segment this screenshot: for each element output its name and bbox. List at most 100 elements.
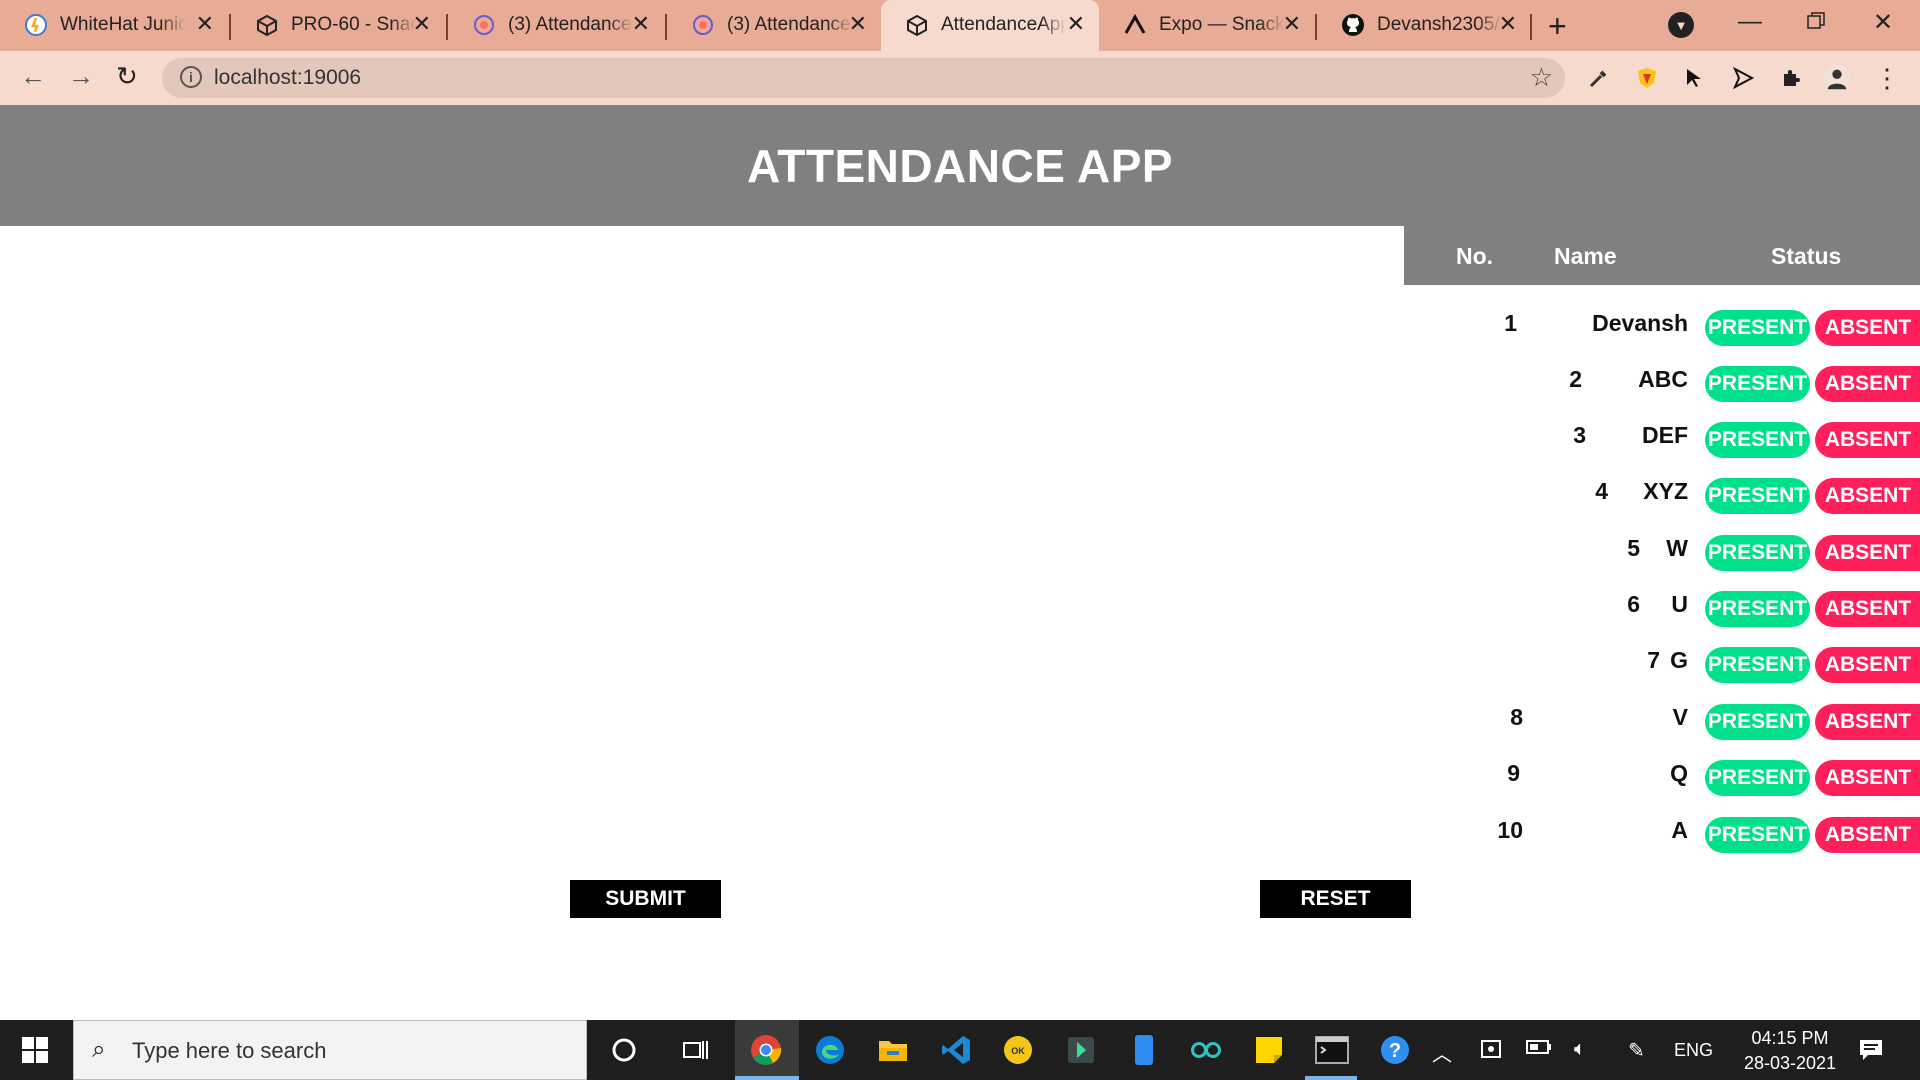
absent-button[interactable]: ABSENT [1815,647,1920,683]
search-icon: ⌕ [92,1036,106,1063]
row-number: 1 [1504,310,1517,336]
taskbar-clock[interactable]: 04:15 PM 28-03-2021 [1740,1026,1840,1076]
cursor-extension-icon[interactable] [1681,64,1709,92]
tab-search-dropdown-icon[interactable]: ▼ [1668,12,1694,38]
vscode-icon[interactable] [938,1032,974,1068]
submit-button[interactable]: SUBMIT [570,880,721,918]
app-launcher-icon[interactable] [1063,1032,1099,1068]
url-text[interactable]: localhost:19006 [214,66,361,90]
edge-icon[interactable] [812,1032,848,1068]
extensions-puzzle-icon[interactable] [1777,64,1805,92]
battery-icon[interactable] [1526,1038,1552,1061]
close-tab-icon[interactable]: ✕ [196,11,214,37]
expo-icon [1123,13,1147,37]
more-menu-icon[interactable]: ⋮ [1873,63,1901,93]
windows-start-icon[interactable] [22,1037,48,1063]
close-tab-icon[interactable]: ✕ [849,11,867,37]
tab-attendanceapp-active[interactable]: AttendanceApp ✕ [881,0,1099,51]
tab-attendance-1[interactable]: (3) Attendance ✕ [448,0,664,51]
chrome-icon[interactable] [748,1032,784,1068]
new-tab-icon[interactable]: + [1548,8,1567,45]
notifications-icon[interactable] [1858,1038,1884,1068]
svg-text:OK: OK [1011,1046,1025,1056]
bookmark-star-icon[interactable]: ☆ [1530,62,1553,93]
tab-pro60-snack[interactable]: PRO-60 - Snack ✕ [231,0,445,51]
language-indicator[interactable]: ENG [1674,1040,1713,1061]
tab-title: PRO-60 - Snack [291,14,416,35]
present-button[interactable]: PRESENT [1705,478,1810,514]
tab-expo-snacks[interactable]: Expo — Snacks ✕ [1099,0,1315,51]
row-number: 9 [1507,760,1520,786]
phone-app-icon[interactable] [1126,1032,1162,1068]
sticky-notes-icon[interactable] [1251,1032,1287,1068]
absent-button[interactable]: ABSENT [1815,366,1920,402]
absent-button[interactable]: ABSENT [1815,704,1920,740]
present-button[interactable]: PRESENT [1705,704,1810,740]
present-button[interactable]: PRESENT [1705,647,1810,683]
row-name: ABC [1638,366,1688,392]
present-button[interactable]: PRESENT [1705,817,1810,853]
reload-icon[interactable]: ↻ [116,61,138,92]
profile-avatar[interactable] [1823,64,1851,92]
row-name: G [1670,647,1688,673]
help-icon[interactable]: ? [1377,1032,1413,1068]
lookin-app-icon[interactable]: OK [1000,1032,1036,1068]
absent-button[interactable]: ABSENT [1815,760,1920,796]
eyedropper-extension-icon[interactable] [1585,64,1613,92]
present-button[interactable]: PRESENT [1705,422,1810,458]
arduino-icon[interactable] [1188,1032,1224,1068]
tab-title: WhiteHat Junior [60,14,185,35]
task-view-icon[interactable] [677,1032,713,1068]
absent-button[interactable]: ABSENT [1815,591,1920,627]
pen-icon[interactable]: ✎ [1628,1038,1645,1063]
clock-time: 04:15 PM [1751,1028,1829,1048]
close-tab-icon[interactable]: ✕ [1499,11,1517,37]
address-bar[interactable]: i localhost:19006 ☆ [162,58,1565,98]
brave-shield-extension-icon[interactable] [1633,64,1661,92]
tab-github[interactable]: Devansh2305/ ✕ [1317,0,1531,51]
chrome-active-indicator [735,1076,799,1080]
volume-icon[interactable]: 🔈︎ [1574,1038,1586,1061]
send-extension-icon[interactable] [1729,64,1757,92]
row-number: 10 [1497,817,1523,843]
tray-device-icon[interactable] [1480,1038,1504,1066]
tab-title: (3) Attendance [727,14,851,35]
close-window-icon[interactable]: ✕ [1873,8,1893,37]
attendance-table-header: No. Name Status [1404,226,1920,285]
reset-button[interactable]: RESET [1260,880,1411,918]
browser-tab-strip: WhiteHat Junior ✕ PRO-60 - Snack ✕ (3) A… [0,0,1920,51]
tray-expand-chevron-icon[interactable]: ︿ [1432,1038,1452,1067]
minimize-icon[interactable]: — [1738,8,1762,36]
back-icon[interactable]: ← [20,61,46,92]
taskbar-search-box[interactable]: ⌕ Type here to search [73,1020,587,1080]
file-explorer-icon[interactable] [875,1032,911,1068]
tab-attendance-2[interactable]: (3) Attendance ✕ [667,0,881,51]
present-button[interactable]: PRESENT [1705,591,1810,627]
windows-taskbar: ⌕ Type here to search OK ? ︿ 🔈︎ ✎ ENG 04… [0,1020,1920,1080]
absent-button[interactable]: ABSENT [1815,478,1920,514]
snack-cube-icon [905,13,929,37]
present-button[interactable]: PRESENT [1705,535,1810,571]
absent-button[interactable]: ABSENT [1815,422,1920,458]
row-number: 4 [1595,478,1608,504]
row-number: 7 [1647,647,1660,673]
cortana-icon[interactable] [606,1032,642,1068]
row-name: A [1671,817,1688,843]
site-info-icon[interactable]: i [180,66,202,88]
close-tab-icon[interactable]: ✕ [632,11,650,37]
close-tab-icon[interactable]: ✕ [1067,11,1085,37]
close-tab-icon[interactable]: ✕ [1283,11,1301,37]
present-button[interactable]: PRESENT [1705,760,1810,796]
absent-button[interactable]: ABSENT [1815,817,1920,853]
absent-button[interactable]: ABSENT [1815,535,1920,571]
absent-button[interactable]: ABSENT [1815,310,1920,346]
terminal-icon[interactable] [1314,1032,1350,1068]
tab-whitehat[interactable]: WhiteHat Junior ✕ [0,0,228,51]
row-name: Devansh [1592,310,1688,336]
restore-icon[interactable] [1806,10,1826,38]
present-button[interactable]: PRESENT [1705,366,1810,402]
forward-icon[interactable]: → [68,61,94,92]
close-tab-icon[interactable]: ✕ [413,11,431,37]
present-button[interactable]: PRESENT [1705,310,1810,346]
row-name: Q [1670,760,1688,786]
